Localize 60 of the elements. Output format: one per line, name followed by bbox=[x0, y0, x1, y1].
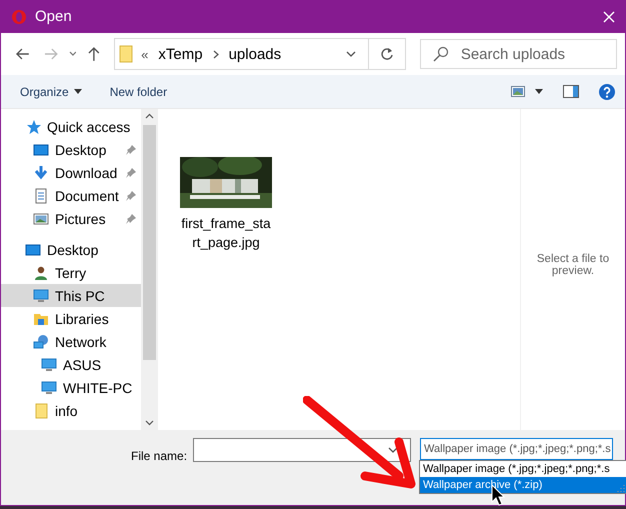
new-folder-button[interactable]: New folder bbox=[102, 82, 174, 102]
preview-message: Select a file to preview. bbox=[536, 252, 610, 276]
download-arrow-icon bbox=[33, 164, 49, 180]
monitor-icon bbox=[41, 380, 57, 396]
nav-item[interactable]: Network bbox=[1, 330, 141, 353]
preview-pane-icon[interactable] bbox=[563, 85, 579, 98]
folder-icon bbox=[33, 402, 49, 418]
nav-item[interactable]: Pictures bbox=[1, 207, 141, 230]
caret-icon[interactable] bbox=[535, 89, 543, 94]
nav-item[interactable]: ASUS bbox=[1, 353, 141, 376]
back-arrow-icon[interactable] bbox=[15, 46, 31, 62]
picture-icon bbox=[33, 210, 49, 226]
file-type-dropdown[interactable]: Wallpaper image (*.jpg;*.jpeg;*.png;*.s bbox=[420, 438, 614, 460]
nav-item[interactable]: Quick access bbox=[1, 115, 141, 138]
desktop-icon bbox=[25, 242, 41, 258]
file-name[interactable]: first_frame_start_page.jpg bbox=[180, 214, 272, 252]
scroll-down-icon[interactable] bbox=[145, 420, 154, 426]
nav-item[interactable]: WHITE-PC bbox=[1, 376, 141, 399]
view-icon[interactable] bbox=[511, 86, 525, 97]
search-icon bbox=[432, 46, 449, 62]
nav-item[interactable]: This PC bbox=[1, 284, 141, 307]
chevron-icon bbox=[212, 50, 219, 58]
resize-grip-icon[interactable] bbox=[617, 484, 625, 492]
refresh-icon bbox=[380, 47, 394, 61]
globe-monitor-icon bbox=[33, 334, 49, 350]
dropdown-option[interactable]: Wallpaper image (*.jpg;*.jpeg;*.png;*.s bbox=[420, 461, 626, 477]
caret-icon bbox=[74, 89, 82, 94]
address-bar[interactable]: « xTemp uploads bbox=[114, 38, 370, 70]
file-name-label: File name: bbox=[131, 449, 188, 463]
desktop-icon bbox=[33, 142, 49, 158]
help-icon[interactable] bbox=[599, 84, 615, 100]
scrollbar[interactable] bbox=[141, 109, 158, 430]
nav-item[interactable]: Terry bbox=[1, 261, 141, 284]
organize-button[interactable]: Organize bbox=[13, 82, 89, 102]
close-icon[interactable] bbox=[603, 10, 615, 22]
dropdown-option[interactable]: Wallpaper archive (*.zip) bbox=[420, 477, 626, 493]
document-icon bbox=[33, 188, 49, 204]
nav-item[interactable]: Desktop bbox=[1, 238, 141, 261]
refresh-button[interactable] bbox=[369, 38, 406, 70]
search-input[interactable]: Search uploads bbox=[458, 44, 613, 64]
overflow-chevron[interactable]: « bbox=[141, 46, 148, 62]
monitor-icon bbox=[41, 356, 57, 372]
browser-logo-icon bbox=[11, 8, 27, 24]
search-box[interactable]: Search uploads bbox=[420, 39, 618, 69]
nav-item[interactable]: Download bbox=[1, 161, 141, 184]
star-icon bbox=[25, 118, 41, 134]
nav-item[interactable]: Libraries bbox=[1, 307, 141, 330]
breadcrumb[interactable]: xTemp bbox=[158, 46, 203, 62]
caret-icon bbox=[388, 447, 398, 453]
nav-item[interactable]: Desktop bbox=[1, 138, 141, 161]
nav-item[interactable]: Document bbox=[1, 184, 141, 207]
scroll-thumb[interactable] bbox=[143, 125, 156, 360]
scroll-up-icon[interactable] bbox=[145, 113, 154, 119]
nav-item[interactable]: info bbox=[1, 399, 141, 422]
folder-icon bbox=[119, 45, 134, 63]
monitor-icon bbox=[33, 288, 49, 304]
window-title: Open bbox=[35, 8, 73, 25]
caret-icon[interactable] bbox=[346, 51, 356, 57]
breadcrumb[interactable]: uploads bbox=[228, 46, 282, 62]
user-icon bbox=[33, 264, 49, 280]
